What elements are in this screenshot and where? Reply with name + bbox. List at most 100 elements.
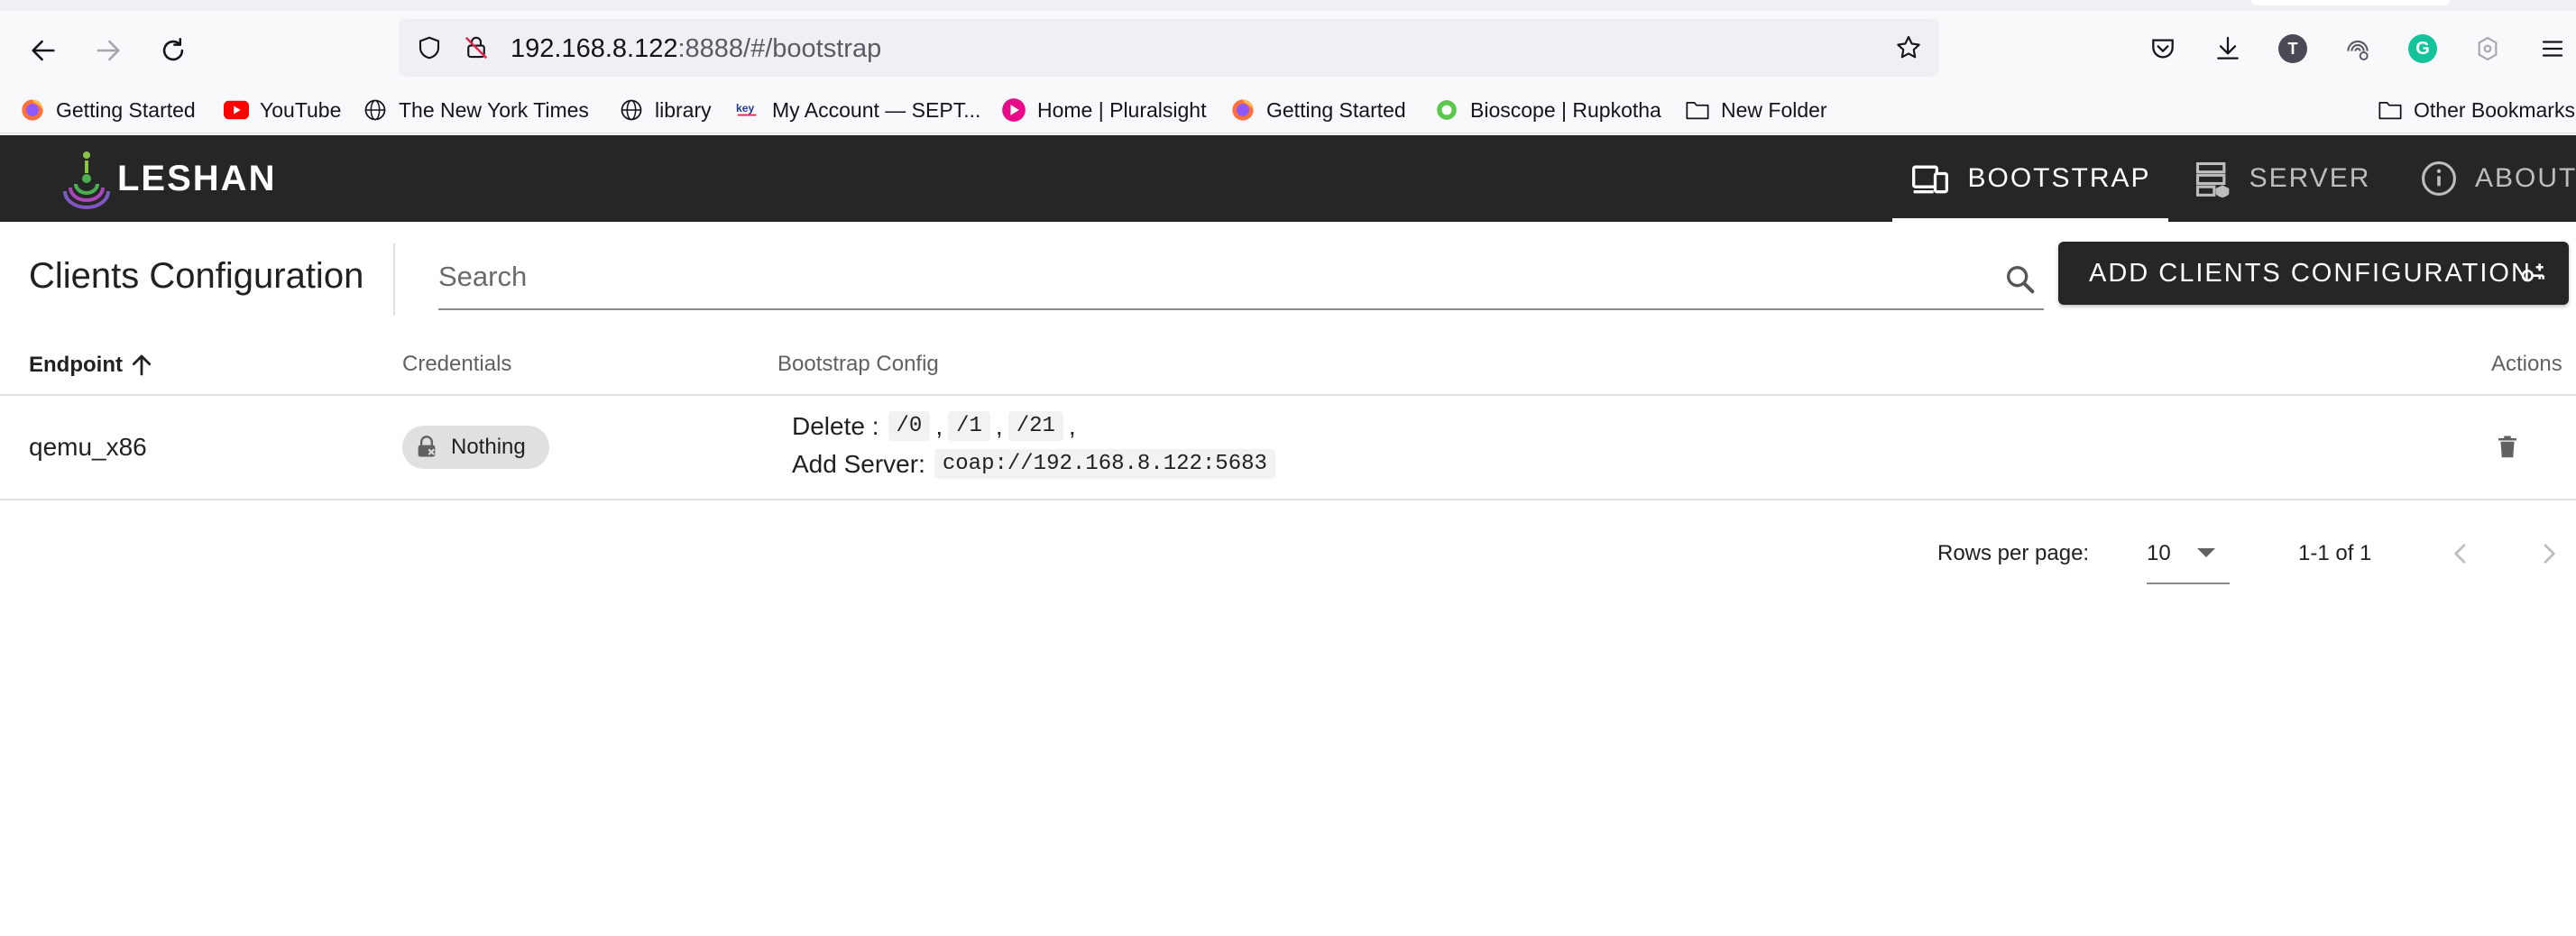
rows-per-page-label: Rows per page: [1937,541,2090,565]
rows-per-page-value: 10 [2147,541,2171,565]
trash-icon [2498,436,2516,458]
globe-icon [363,97,388,123]
bookmark-library[interactable]: library [619,94,712,126]
bioscope-icon [1434,97,1459,123]
bookmark-label: Getting Started [1266,97,1406,122]
add-button-label: ADD CLIENTS CONFIGURATION [2089,258,2532,288]
server-icon [2192,158,2233,199]
column-header-bootstrap-config[interactable]: Bootstrap Config [777,352,939,377]
active-tab-edge[interactable] [2251,0,2450,5]
bookmark-my-account[interactable]: key My Account — SEPT... [736,94,980,126]
back-arrow-icon [32,40,55,61]
url-path: :8888/#/bootstrap [677,34,882,63]
title-divider [393,243,395,316]
browser-tabstrip [0,0,2576,11]
previous-page-button[interactable] [2441,534,2480,574]
browser-toolbar: 192.168.8.122:8888/#/bootstrap T G [0,11,2576,87]
forward-button[interactable] [88,31,128,70]
extension-button[interactable] [2338,29,2378,69]
url-bar[interactable]: 192.168.8.122:8888/#/bootstrap [399,19,1939,77]
info-icon [2419,158,2459,199]
add-clients-configuration-button[interactable]: ADD CLIENTS CONFIGURATION [2058,242,2569,305]
tab-label: BOOTSTRAP [1967,163,2151,193]
insecure-lock-icon[interactable] [456,28,496,68]
tab-server[interactable]: SERVER [2183,135,2379,222]
bookmark-label: Getting Started [56,97,196,122]
rows-per-page-select[interactable]: 10 [2147,532,2230,584]
pocket-icon [2152,39,2174,59]
bookmark-star-icon[interactable] [1889,28,1928,68]
other-bookmarks[interactable]: Other Bookmarks [2378,94,2575,126]
delete-row-button[interactable] [2489,429,2525,465]
search-icon[interactable] [2001,260,2040,299]
add-key-icon [2518,258,2549,289]
chevron-left-icon [2454,544,2466,564]
delete-path: /1 [948,411,990,441]
profile-button[interactable]: T [2273,29,2313,69]
pagination-range: 1-1 of 1 [2298,541,2372,565]
tab-bootstrap[interactable]: BOOTSTRAP [1892,135,2168,222]
tab-label: ABOUT [2475,163,2576,193]
download-icon [2217,36,2239,60]
logo-text: LESHAN [117,158,277,198]
search-field [438,247,2044,310]
chip-label: Nothing [451,435,526,459]
app-bar: LESHAN BOOTSTRAP SERVER ABOUT [0,135,2576,222]
leshan-logo-icon [63,151,110,209]
folder-icon [1685,97,1710,123]
reload-button[interactable] [153,31,193,70]
add-server-label: Add Server: [792,449,925,478]
menu-button[interactable] [2533,29,2572,69]
next-page-button[interactable] [2529,534,2569,574]
bookmark-label: My Account — SEPT... [772,97,981,122]
forward-arrow-icon [97,40,120,61]
other-bookmarks-label: Other Bookmarks [2414,97,2575,122]
bookmark-bioscope[interactable]: Bioscope | Rupkotha [1434,94,1661,126]
search-input[interactable] [438,254,1972,299]
table-header-divider [0,394,2576,396]
column-header-actions: Actions [2491,352,2562,376]
hamburger-menu-icon [2542,41,2563,57]
column-header-endpoint[interactable]: Endpoint [29,352,155,379]
config-add-server-line: Add Server: coap://192.168.8.122:5683 [792,449,1275,479]
grammarly-button[interactable]: G [2403,29,2443,69]
delete-path: /21 [1007,411,1063,441]
leshan-logo[interactable]: LESHAN [60,148,276,209]
dropdown-arrow-icon [2197,548,2215,557]
extensions-button[interactable] [2468,29,2507,69]
shield-icon[interactable] [409,28,449,68]
bookmark-youtube[interactable]: YouTube [224,94,341,126]
bookmark-label: library [655,97,712,122]
page-title: Clients Configuration [29,256,364,296]
tab-about[interactable]: ABOUT [2403,135,2576,222]
key-icon: key [736,97,761,123]
youtube-icon [224,97,249,123]
downloads-button[interactable] [2208,29,2248,69]
bookmark-getting-started-2[interactable]: Getting Started [1230,94,1406,126]
bookmark-getting-started[interactable]: Getting Started [20,94,196,126]
url-host: 192.168.8.122 [511,34,678,63]
firefox-icon [1230,97,1256,123]
column-header-credentials[interactable]: Credentials [402,352,511,377]
puzzle-icon [2478,36,2498,61]
sort-ascending-icon [132,354,152,376]
chevron-right-icon [2544,544,2555,564]
pocket-button[interactable] [2143,29,2183,69]
bookmark-label: Home | Pluralsight [1037,97,1207,122]
bookmark-new-folder[interactable]: New Folder [1685,94,1827,126]
back-button[interactable] [23,31,63,70]
folder-icon [2378,97,2403,123]
delete-path: /0 [888,411,931,441]
profile-avatar: T [2278,34,2307,63]
globe-icon [619,97,644,123]
url-text[interactable]: 192.168.8.122:8888/#/bootstrap [511,34,881,64]
delete-label: Delete : [792,411,879,440]
server-uri: coap://192.168.8.122:5683 [934,449,1275,479]
bookmark-pluralsight[interactable]: Home | Pluralsight [1001,94,1207,126]
reader-extension-icon [2347,41,2369,60]
svg-text:key: key [736,102,754,115]
credentials-chip: Nothing [402,426,549,469]
bookmark-label: The New York Times [399,97,589,122]
bookmark-nytimes[interactable]: The New York Times [363,94,589,126]
config-delete-line: Delete : /0, /1, /21, [792,411,1076,441]
